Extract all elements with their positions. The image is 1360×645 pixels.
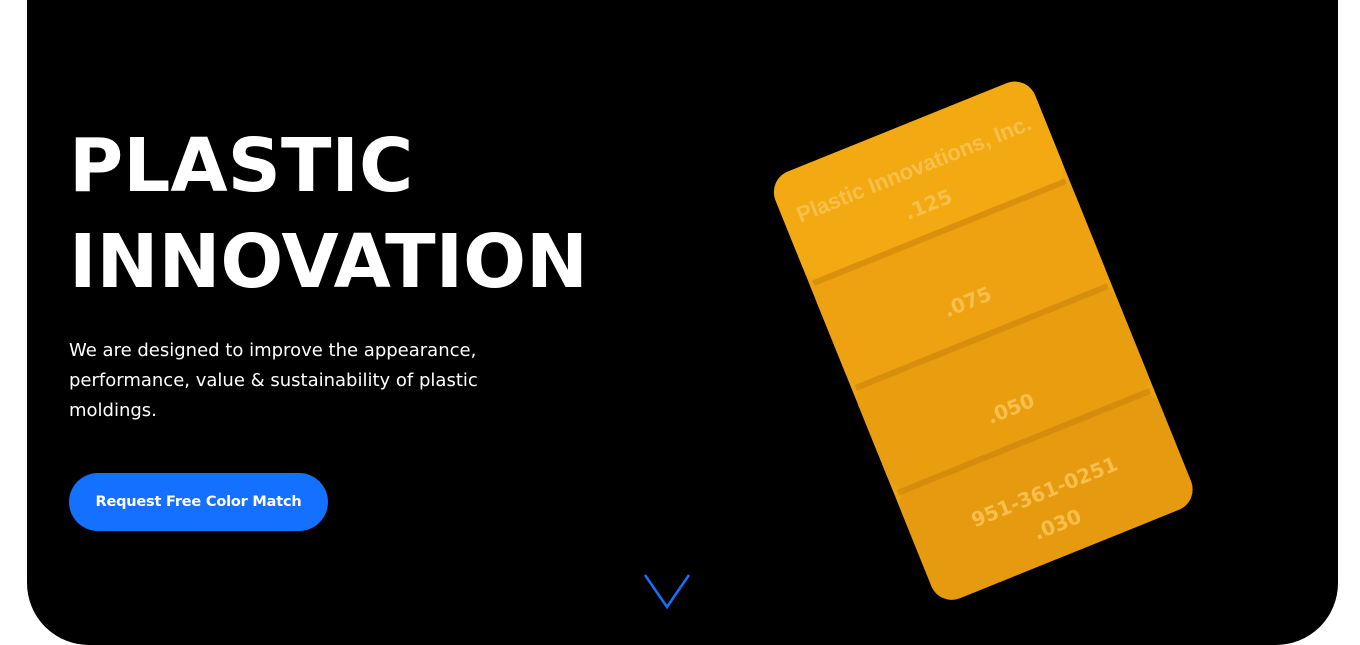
hero-headline: PLASTIC INNOVATION <box>69 118 588 310</box>
headline-line-2: INNOVATION <box>69 219 588 305</box>
chevron-down-icon[interactable] <box>642 572 692 612</box>
hero-section: PLASTIC INNOVATION We are designed to im… <box>27 0 1338 645</box>
hero-description: We are designed to improve the appearanc… <box>69 340 478 421</box>
request-color-match-button[interactable]: Request Free Color Match <box>69 473 328 531</box>
color-chip-sample-image: Plastic Innovations, Inc. .125 .075 .050… <box>773 81 1193 600</box>
headline-line-1: PLASTIC <box>69 123 414 209</box>
